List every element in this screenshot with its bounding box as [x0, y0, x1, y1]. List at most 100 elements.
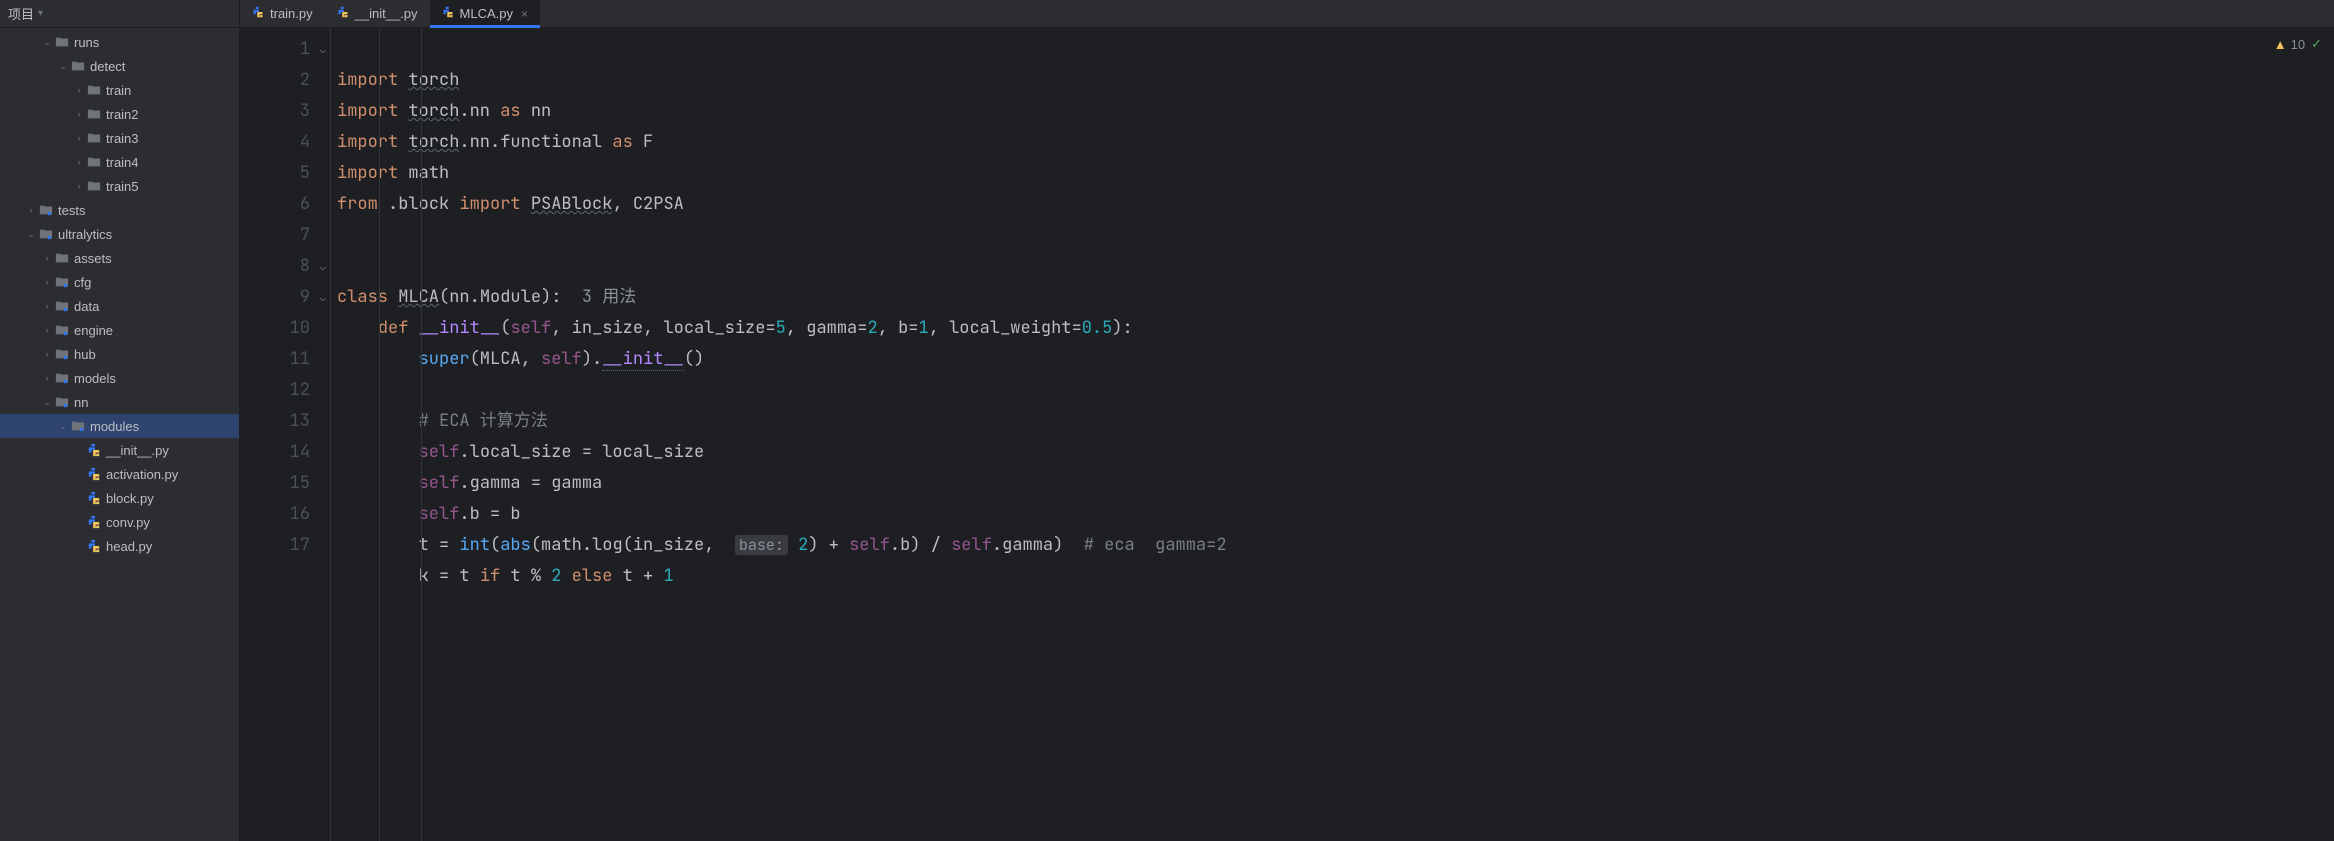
- tab-bar[interactable]: train.py __init__.py MLCA.py×: [240, 0, 2334, 28]
- editor[interactable]: 1⌄2345678⌄9⌄1011121314151617 import torc…: [240, 28, 2334, 841]
- line-number[interactable]: 10: [240, 313, 310, 344]
- line-number[interactable]: 12: [240, 375, 310, 406]
- line-number[interactable]: 7: [240, 220, 310, 251]
- package-folder-icon: [54, 274, 70, 290]
- editor-tab[interactable]: MLCA.py×: [430, 0, 540, 27]
- tree-item-label: train5: [106, 179, 139, 194]
- line-number[interactable]: 5: [240, 158, 310, 189]
- chevron-right-icon[interactable]: ›: [40, 325, 54, 335]
- tree-item-label: engine: [74, 323, 113, 338]
- tree-item-label: cfg: [74, 275, 91, 290]
- tree-item[interactable]: ⌄ ultralytics: [0, 222, 239, 246]
- chevron-right-icon[interactable]: ›: [40, 277, 54, 287]
- line-number[interactable]: 2: [240, 65, 310, 96]
- line-number[interactable]: 8⌄: [240, 251, 310, 282]
- chevron-right-icon[interactable]: ›: [40, 253, 54, 263]
- fold-icon[interactable]: ⌄: [320, 282, 326, 313]
- tree-item[interactable]: activation.py: [0, 462, 239, 486]
- tree-item-label: modules: [90, 419, 139, 434]
- chevron-down-icon[interactable]: ⌄: [24, 229, 38, 240]
- sidebar-header[interactable]: 项目 ▾: [0, 0, 239, 28]
- tree-item[interactable]: ›data: [0, 294, 239, 318]
- line-number[interactable]: 13: [240, 406, 310, 437]
- python-file-icon: [252, 6, 264, 21]
- chevron-right-icon[interactable]: ›: [72, 157, 86, 167]
- tree-item[interactable]: ⌄ runs: [0, 30, 239, 54]
- project-tree[interactable]: ⌄runs⌄detect›train›train2›train3›train4›…: [0, 28, 239, 841]
- line-number[interactable]: 15: [240, 468, 310, 499]
- editor-tab[interactable]: train.py: [240, 0, 325, 27]
- python-file-icon: [337, 6, 349, 21]
- line-number[interactable]: 17: [240, 530, 310, 561]
- tree-item-label: train2: [106, 107, 139, 122]
- chevron-right-icon[interactable]: ›: [40, 349, 54, 359]
- tab-label: train.py: [270, 6, 313, 21]
- sidebar-title: 项目: [8, 4, 34, 23]
- line-gutter[interactable]: 1⌄2345678⌄9⌄1011121314151617: [240, 28, 330, 841]
- tree-item[interactable]: ›train4: [0, 150, 239, 174]
- chevron-right-icon[interactable]: ›: [40, 301, 54, 311]
- line-number[interactable]: 4: [240, 127, 310, 158]
- tree-item-label: tests: [58, 203, 85, 218]
- chevron-right-icon[interactable]: ›: [24, 205, 38, 215]
- tree-item[interactable]: › cfg: [0, 270, 239, 294]
- tree-item[interactable]: ⌄ detect: [0, 54, 239, 78]
- tree-item-label: assets: [74, 251, 112, 266]
- chevron-right-icon[interactable]: ›: [72, 181, 86, 191]
- chevron-right-icon[interactable]: ›: [72, 133, 86, 143]
- folder-icon: [86, 106, 102, 122]
- package-folder-icon: [70, 418, 86, 434]
- tree-item-label: nn: [74, 395, 88, 410]
- folder-icon: [54, 250, 70, 266]
- python-file-icon: [442, 6, 454, 21]
- line-number[interactable]: 9⌄: [240, 282, 310, 313]
- tree-item[interactable]: › hub: [0, 342, 239, 366]
- fold-icon[interactable]: ⌄: [320, 251, 326, 282]
- tree-item-label: runs: [74, 35, 99, 50]
- tree-item[interactable]: ›train: [0, 78, 239, 102]
- tree-item[interactable]: block.py: [0, 486, 239, 510]
- line-number[interactable]: 1⌄: [240, 34, 310, 65]
- chevron-right-icon[interactable]: ›: [72, 109, 86, 119]
- line-number[interactable]: 6: [240, 189, 310, 220]
- tree-item-label: conv.py: [106, 515, 150, 530]
- tree-item-label: ultralytics: [58, 227, 112, 242]
- editor-main: train.py__init__.pyMLCA.py× ▲ 10 ✓ 1⌄234…: [240, 0, 2334, 841]
- tree-item[interactable]: › tests: [0, 198, 239, 222]
- tree-item-label: hub: [74, 347, 96, 362]
- line-number[interactable]: 11: [240, 344, 310, 375]
- tree-item[interactable]: conv.py: [0, 510, 239, 534]
- chevron-right-icon[interactable]: ›: [40, 373, 54, 383]
- tree-item-label: __init__.py: [106, 443, 169, 458]
- chevron-right-icon[interactable]: ›: [72, 85, 86, 95]
- tree-item[interactable]: › engine: [0, 318, 239, 342]
- line-number[interactable]: 14: [240, 437, 310, 468]
- tree-item[interactable]: __init__.py: [0, 438, 239, 462]
- chevron-down-icon[interactable]: ⌄: [56, 421, 70, 432]
- python-file-icon: [86, 466, 102, 482]
- tree-item[interactable]: › assets: [0, 246, 239, 270]
- tree-item-label: block.py: [106, 491, 154, 506]
- fold-icon[interactable]: ⌄: [320, 34, 326, 65]
- tree-item[interactable]: › train2: [0, 102, 239, 126]
- close-icon[interactable]: ×: [521, 7, 528, 21]
- tree-item-label: detect: [90, 59, 125, 74]
- editor-tab[interactable]: __init__.py: [325, 0, 430, 27]
- chevron-down-icon[interactable]: ⌄: [56, 61, 70, 72]
- chevron-down-icon[interactable]: ⌄: [40, 37, 54, 48]
- tree-item[interactable]: ⌄ nn: [0, 390, 239, 414]
- chevron-down-icon[interactable]: ⌄: [40, 397, 54, 408]
- folder-icon: [86, 154, 102, 170]
- python-file-icon: [86, 538, 102, 554]
- folder-icon: [70, 58, 86, 74]
- tab-label: __init__.py: [355, 6, 418, 21]
- line-number[interactable]: 16: [240, 499, 310, 530]
- code-area[interactable]: import torch import torch.nn as nn impor…: [330, 28, 2334, 841]
- line-number[interactable]: 3: [240, 96, 310, 127]
- tree-item[interactable]: › train5: [0, 174, 239, 198]
- tree-item[interactable]: ⌄ modules: [0, 414, 239, 438]
- tree-item[interactable]: ›models: [0, 366, 239, 390]
- tree-item[interactable]: head.py: [0, 534, 239, 558]
- tree-item[interactable]: ›train3: [0, 126, 239, 150]
- folder-icon: [86, 178, 102, 194]
